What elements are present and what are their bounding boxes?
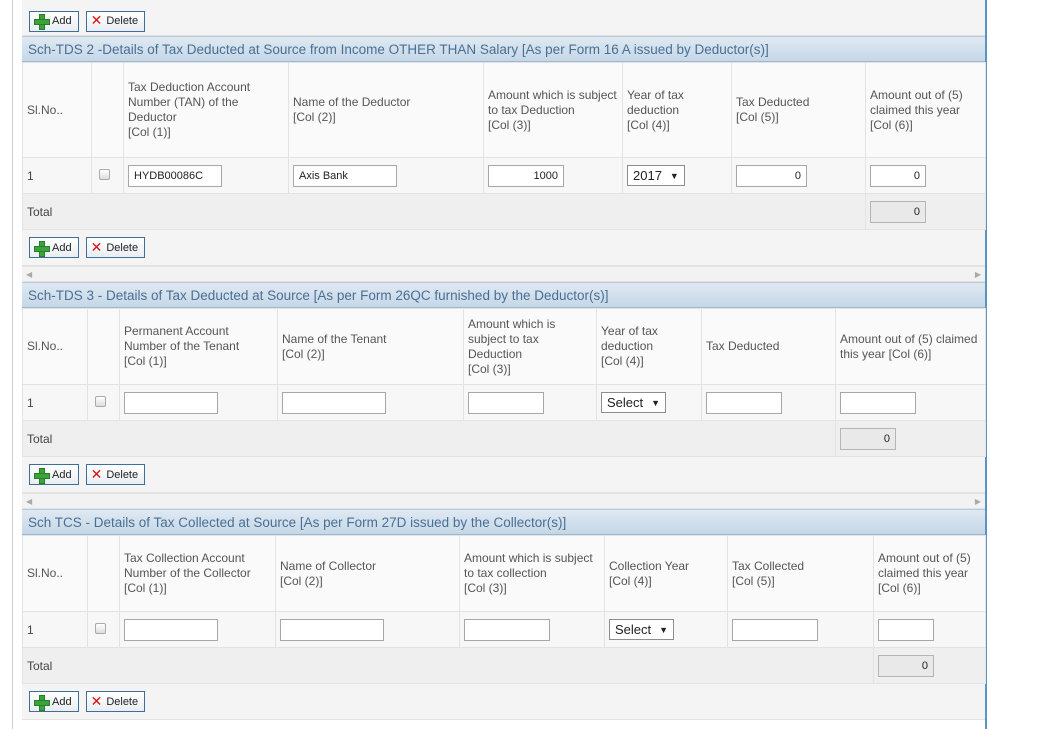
header-check <box>91 62 124 158</box>
header-tcan: Tax Collection Account Number of the Col… <box>119 535 276 612</box>
x-icon: ✕ <box>90 466 103 483</box>
total-label: Total <box>22 420 836 457</box>
header-tax-deducted: Tax Deducted <box>701 308 836 385</box>
year-select[interactable]: 2017 ▼ <box>627 165 685 186</box>
row-slno: 1 <box>22 611 88 648</box>
row-checkbox[interactable] <box>95 622 106 634</box>
total-label: Total <box>22 647 874 684</box>
tds3-button-bar: Add ✕ Delete <box>22 457 985 493</box>
claimed-input[interactable] <box>870 164 926 187</box>
claimed-input[interactable] <box>878 618 934 641</box>
total-row: Total <box>22 193 986 230</box>
tds1-button-bar: Add ✕ Delete <box>22 7 985 36</box>
amount-input[interactable] <box>488 164 564 187</box>
row-checkbox[interactable] <box>95 395 106 407</box>
collection-year-select[interactable]: Select ▼ <box>609 619 675 640</box>
table-row: 1 Select ▼ <box>22 611 986 648</box>
header-claimed: Amount out of (5) claimed this year [Col… <box>865 62 986 158</box>
header-amount-subject: Amount which is subject to tax Deduction… <box>483 62 623 158</box>
header-pan: Permanent Account Number of the Tenant [… <box>119 308 278 385</box>
x-icon: ✕ <box>90 13 103 29</box>
tan-input[interactable] <box>128 164 222 187</box>
chevron-down-icon: ▼ <box>669 170 679 181</box>
header-tenant-name: Name of the Tenant [Col (2)] <box>277 308 464 385</box>
claimed-input[interactable] <box>840 391 916 414</box>
tds3-table: Sl.No.. Permanent Account Number of the … <box>22 308 986 457</box>
header-collection-year: Collection Year [Col (4)] <box>604 535 728 612</box>
tds3-section-title: Sch-TDS 3 - Details of Tax Deducted at S… <box>22 282 985 308</box>
add-button[interactable]: Add <box>29 691 79 712</box>
tax-deducted-input[interactable] <box>736 164 807 187</box>
horizontal-scrollbar[interactable]: ◀ ▶ <box>22 266 985 282</box>
header-year: Year of tax deduction [Col (4)] <box>596 308 702 385</box>
total-value <box>840 427 896 450</box>
delete-button[interactable]: ✕ Delete <box>85 691 146 712</box>
header-year: Year of tax deduction [Col (4)] <box>622 62 732 158</box>
deductor-name-input[interactable] <box>293 164 397 187</box>
header-slno: Sl.No.. <box>22 308 88 385</box>
header-amount-subject: Amount which is subject to tax collectio… <box>459 535 605 612</box>
header-slno: Sl.No.. <box>22 62 92 158</box>
add-button[interactable]: Add <box>29 464 79 485</box>
form-content: Add ✕ Delete Sch-TDS 2 -Details of Tax De… <box>22 0 986 720</box>
header-collector-name: Name of Collector [Col (2)] <box>275 535 460 612</box>
tax-deducted-input[interactable] <box>706 391 782 414</box>
plus-icon <box>34 240 50 257</box>
tcan-input[interactable] <box>124 618 218 641</box>
x-icon: ✕ <box>90 239 103 256</box>
total-label: Total <box>22 193 866 230</box>
plus-icon <box>34 14 50 30</box>
year-select[interactable]: Select ▼ <box>601 392 667 413</box>
row-checkbox[interactable] <box>99 168 110 180</box>
total-value <box>870 200 926 223</box>
header-claimed: Amount out of (5) claimed this year [Col… <box>873 535 986 612</box>
table-row: 1 Select ▼ <box>22 384 986 421</box>
tcs-table: Sl.No.. Tax Collection Account Number of… <box>22 535 986 684</box>
tds2-table: Sl.No.. Tax Deduction Account Number (TA… <box>22 62 986 230</box>
tds2-section-title: Sch-TDS 2 -Details of Tax Deducted at So… <box>22 36 985 62</box>
header-deductor-name: Name of the Deductor [Col (2)] <box>288 62 484 158</box>
amount-input[interactable] <box>464 618 550 641</box>
arrow-left-icon[interactable]: ◀ <box>26 497 32 506</box>
header-tax-deducted: Tax Deducted [Col (5)] <box>731 62 866 158</box>
arrow-right-icon[interactable]: ▶ <box>975 497 981 506</box>
delete-button[interactable]: ✕ Delete <box>85 10 146 32</box>
plus-icon <box>34 467 50 484</box>
tcs-button-bar: Add ✕ Delete <box>22 684 985 720</box>
amount-input[interactable] <box>468 391 544 414</box>
chevron-down-icon: ▼ <box>659 624 669 635</box>
header-tan: Tax Deduction Account Number (TAN) of th… <box>123 62 289 158</box>
tds2-button-bar: Add ✕ Delete <box>22 230 985 266</box>
arrow-right-icon[interactable]: ▶ <box>975 270 981 279</box>
tcs-section-title: Sch TCS - Details of Tax Collected at So… <box>22 509 985 535</box>
add-button[interactable]: Add <box>29 10 79 32</box>
row-slno: 1 <box>22 384 88 421</box>
header-slno: Sl.No.. <box>22 535 88 612</box>
header-check <box>87 308 120 385</box>
plus-icon <box>34 694 50 711</box>
delete-button[interactable]: ✕ Delete <box>85 464 146 485</box>
chevron-down-icon: ▼ <box>651 397 661 408</box>
pan-input[interactable] <box>124 391 218 414</box>
tenant-name-input[interactable] <box>282 391 386 414</box>
row-slno: 1 <box>22 157 92 194</box>
total-row: Total <box>22 420 986 457</box>
arrow-left-icon[interactable]: ◀ <box>26 270 32 279</box>
header-claimed: Amount out of (5) claimed this year [Col… <box>835 308 986 385</box>
total-value <box>878 654 934 677</box>
page-frame: Add ✕ Delete Sch-TDS 2 -Details of Tax De… <box>12 0 987 729</box>
delete-button[interactable]: ✕ Delete <box>85 237 146 258</box>
tax-collected-input[interactable] <box>732 618 818 641</box>
horizontal-scrollbar[interactable]: ◀ ▶ <box>22 493 985 509</box>
header-tax-collected: Tax Collected [Col (5)] <box>727 535 874 612</box>
table-row: 1 2017▼ <box>22 157 986 194</box>
total-row: Total <box>22 647 986 684</box>
header-check <box>87 535 120 612</box>
collector-name-input[interactable] <box>280 618 384 641</box>
header-amount-subject: Amount which is subject to tax Deduction… <box>463 308 597 385</box>
x-icon: ✕ <box>90 693 103 710</box>
add-button[interactable]: Add <box>29 237 79 258</box>
